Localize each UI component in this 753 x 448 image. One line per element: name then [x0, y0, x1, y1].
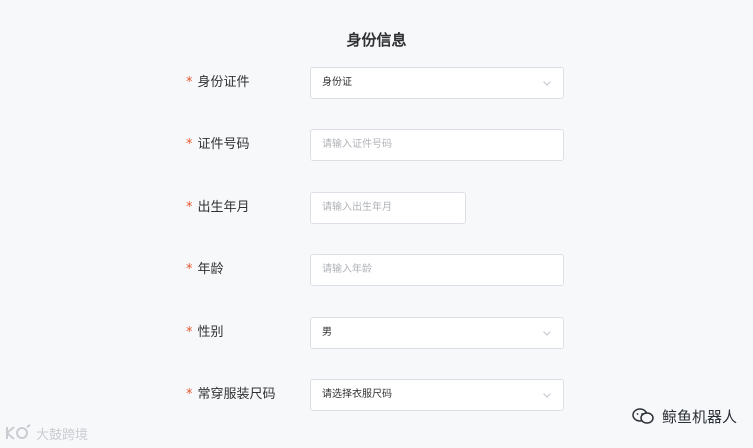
chevron-down-icon [543, 331, 551, 336]
birth-date-input[interactable]: 请输入出生年月 [310, 192, 466, 224]
field-label: * 性别 [186, 317, 224, 349]
field-label: * 证件号码 [186, 129, 250, 161]
id-type-select-value: 身份证 [322, 77, 352, 88]
field-label-text: 身份证件 [197, 75, 250, 90]
identity-form-page: 身份信息 * 身份证件 身份证 * 证件号码 请输入证件号码 * 出生年月 请输入出生… [0, 0, 753, 448]
form-row-gender: * 性别 男 [0, 317, 753, 349]
field-label: * 年龄 [186, 254, 224, 286]
required-mark: * [186, 387, 193, 402]
clothing-size-placeholder: 请选择衣服尺码 [322, 389, 392, 400]
clothing-size-select[interactable]: 请选择衣服尺码 [310, 379, 564, 411]
gender-select-value: 男 [322, 327, 332, 338]
birth-date-placeholder: 请输入出生年月 [322, 202, 392, 213]
form-row-birth-date: * 出生年月 请输入出生年月 [0, 192, 753, 224]
required-mark: * [186, 262, 193, 277]
wechat-icon [632, 408, 654, 424]
required-mark: * [186, 325, 193, 340]
id-number-input[interactable]: 请输入证件号码 [310, 129, 564, 161]
brand-logo-icon [6, 424, 31, 440]
form-title: 身份信息 [346, 31, 407, 49]
field-label-text: 年龄 [197, 262, 224, 277]
form-row-id-type: * 身份证件 身份证 [0, 67, 753, 99]
watermark-left: 大鼓跨境 [4, 423, 88, 443]
chevron-down-icon [543, 393, 551, 398]
field-label-text: 常穿服装尺码 [197, 387, 276, 402]
watermark-right-text: 鲸鱼机器人 [661, 407, 737, 426]
field-label: * 身份证件 [186, 67, 250, 99]
field-label-text: 证件号码 [197, 137, 250, 152]
field-label-text: 性别 [197, 325, 224, 340]
required-mark: * [186, 75, 193, 90]
age-input[interactable]: 请输入年龄 [310, 254, 564, 286]
age-placeholder: 请输入年龄 [322, 264, 372, 275]
form-row-age: * 年龄 请输入年龄 [0, 254, 753, 286]
required-mark: * [186, 137, 193, 152]
watermark-left-text: 大鼓跨境 [36, 427, 89, 443]
required-mark: * [186, 200, 193, 215]
id-type-select[interactable]: 身份证 [310, 67, 564, 99]
field-label: * 常穿服装尺码 [186, 379, 276, 411]
field-label-text: 出生年月 [197, 200, 250, 215]
id-number-placeholder: 请输入证件号码 [322, 139, 392, 150]
form-row-id-number: * 证件号码 请输入证件号码 [0, 129, 753, 161]
gender-select[interactable]: 男 [310, 317, 564, 349]
field-label: * 出生年月 [186, 192, 250, 224]
watermark-right: 鲸鱼机器人 [632, 404, 737, 428]
chevron-down-icon [543, 81, 551, 86]
